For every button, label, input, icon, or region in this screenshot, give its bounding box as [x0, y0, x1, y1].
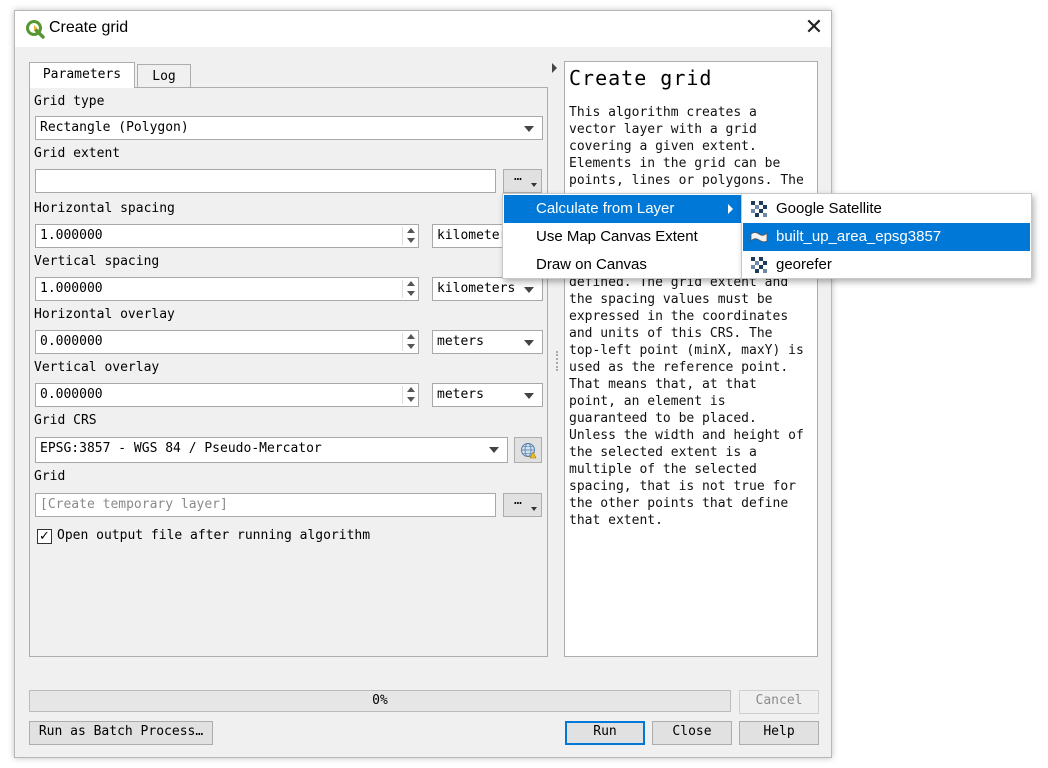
- dropdown-arrow-icon: [531, 507, 537, 511]
- vertical-overlay-unit: meters: [437, 387, 484, 402]
- menu-item-label: Calculate from Layer: [536, 200, 675, 217]
- spin-separator: [402, 386, 403, 404]
- chevron-down-icon: [524, 340, 534, 346]
- spin-separator: [402, 227, 403, 245]
- chevron-down-icon: [524, 393, 534, 399]
- grid-extent-options-button[interactable]: …: [503, 169, 542, 193]
- tab-parameters[interactable]: Parameters: [29, 62, 135, 88]
- vertical-overlay-value: 0.000000: [40, 387, 103, 402]
- extent-context-menu: Calculate from Layer Use Map Canvas Exte…: [502, 193, 745, 279]
- raster-layer-icon: [751, 257, 767, 273]
- spin-up-icon[interactable]: [407, 387, 415, 392]
- spin-separator: [402, 280, 403, 298]
- help-text-top: This algorithm creates a vector layer wi…: [569, 105, 804, 188]
- dots-text: …: [514, 169, 522, 184]
- splitter-handle[interactable]: [556, 351, 558, 371]
- submenu-item-label: Google Satellite: [776, 200, 882, 217]
- grid-output-input[interactable]: [Create temporary layer]: [35, 493, 496, 517]
- horizontal-spacing-value: 1.000000: [40, 228, 103, 243]
- grid-crs-combo[interactable]: EPSG:3857 - WGS 84 / Pseudo-Mercator: [35, 437, 508, 463]
- collapse-arrow-icon[interactable]: [551, 63, 559, 73]
- grid-output-options-button[interactable]: …: [503, 493, 542, 517]
- vertical-spacing-label: Vertical spacing: [34, 254, 160, 269]
- raster-layer-icon: [751, 201, 767, 217]
- vertical-spacing-value: 1.000000: [40, 281, 103, 296]
- layer-submenu: Google Satellite built_up_area_epsg3857 …: [741, 193, 1032, 279]
- vertical-spacing-spinbox[interactable]: 1.000000: [35, 277, 419, 301]
- help-title: Create grid: [569, 66, 713, 90]
- vertical-overlay-unit-combo[interactable]: meters: [432, 383, 543, 407]
- submenu-arrow-icon: [728, 204, 733, 214]
- cancel-button[interactable]: Cancel: [739, 690, 819, 714]
- close-button[interactable]: Close: [652, 721, 732, 745]
- menu-item-label: Draw on Canvas: [536, 256, 647, 273]
- vertical-overlay-spinbox[interactable]: 0.000000: [35, 383, 419, 407]
- spin-down-icon[interactable]: [407, 344, 415, 349]
- vector-polygon-layer-icon: [750, 232, 768, 243]
- close-window-icon[interactable]: ✕: [801, 15, 827, 41]
- horizontal-overlay-unit: meters: [437, 334, 484, 349]
- horizontal-overlay-label: Horizontal overlay: [34, 307, 175, 322]
- submenu-item-label: georefer: [776, 256, 832, 273]
- submenu-item-built-up-area[interactable]: built_up_area_epsg3857: [743, 223, 1030, 251]
- horizontal-spacing-spinbox[interactable]: 1.000000: [35, 224, 419, 248]
- help-panel: Create grid This algorithm creates a vec…: [564, 61, 818, 657]
- grid-crs-value: EPSG:3857 - WGS 84 / Pseudo-Mercator: [40, 441, 322, 456]
- select-crs-button[interactable]: [514, 437, 542, 463]
- tab-log[interactable]: Log: [137, 64, 191, 88]
- vertical-spacing-unit: kilometers: [437, 281, 516, 296]
- progress-bar: 0%: [29, 690, 731, 712]
- qgis-logo-icon: [26, 20, 45, 39]
- menu-item-draw-on-canvas[interactable]: Draw on Canvas: [504, 251, 743, 279]
- menu-item-label: Use Map Canvas Extent: [536, 228, 698, 245]
- run-as-batch-button[interactable]: Run as Batch Process…: [29, 721, 213, 745]
- submenu-item-label: built_up_area_epsg3857: [776, 228, 942, 245]
- globe-icon: [521, 443, 537, 459]
- grid-type-combo[interactable]: Rectangle (Polygon): [35, 116, 543, 140]
- grid-output-label: Grid: [34, 469, 66, 484]
- chevron-down-icon: [524, 126, 534, 132]
- spin-down-icon[interactable]: [407, 291, 415, 296]
- horizontal-overlay-spinbox[interactable]: 0.000000: [35, 330, 419, 354]
- open-output-checkbox[interactable]: ✓: [37, 529, 52, 544]
- spin-up-icon[interactable]: [407, 281, 415, 286]
- spin-up-icon[interactable]: [407, 228, 415, 233]
- grid-extent-input[interactable]: [35, 169, 496, 193]
- horizontal-overlay-value: 0.000000: [40, 334, 103, 349]
- submenu-item-georefer[interactable]: georefer: [743, 251, 1030, 279]
- help-button[interactable]: Help: [739, 721, 819, 745]
- grid-extent-label: Grid extent: [34, 146, 121, 161]
- grid-crs-label: Grid CRS: [34, 413, 97, 428]
- help-text-bottom: defined. The grid extent and the spacing…: [569, 275, 804, 528]
- window-title: Create grid: [49, 19, 129, 36]
- grid-type-value: Rectangle (Polygon): [40, 120, 189, 135]
- horizontal-spacing-label: Horizontal spacing: [34, 201, 175, 216]
- spin-separator: [402, 333, 403, 351]
- chevron-down-icon: [524, 287, 534, 293]
- horizontal-overlay-unit-combo[interactable]: meters: [432, 330, 543, 354]
- vertical-overlay-label: Vertical overlay: [34, 360, 160, 375]
- spin-down-icon[interactable]: [407, 238, 415, 243]
- open-output-label: Open output file after running algorithm: [57, 528, 371, 543]
- submenu-item-google-satellite[interactable]: Google Satellite: [743, 195, 1030, 223]
- dropdown-arrow-icon: [531, 183, 537, 187]
- menu-item-calculate-from-layer[interactable]: Calculate from Layer: [504, 195, 743, 223]
- chevron-down-icon: [489, 447, 499, 453]
- vertical-spacing-unit-combo[interactable]: kilometers: [432, 277, 543, 301]
- menu-item-use-map-canvas-extent[interactable]: Use Map Canvas Extent: [504, 223, 743, 251]
- create-grid-dialog: Create grid ✕ Parameters Log Grid type R…: [14, 10, 832, 758]
- title-bar: Create grid ✕: [15, 11, 831, 47]
- grid-type-label: Grid type: [34, 94, 105, 109]
- dots-text: …: [514, 493, 522, 508]
- parameters-panel: Grid type Rectangle (Polygon) Grid exten…: [29, 87, 548, 657]
- spin-up-icon[interactable]: [407, 334, 415, 339]
- run-button[interactable]: Run: [565, 721, 645, 745]
- spin-down-icon[interactable]: [407, 397, 415, 402]
